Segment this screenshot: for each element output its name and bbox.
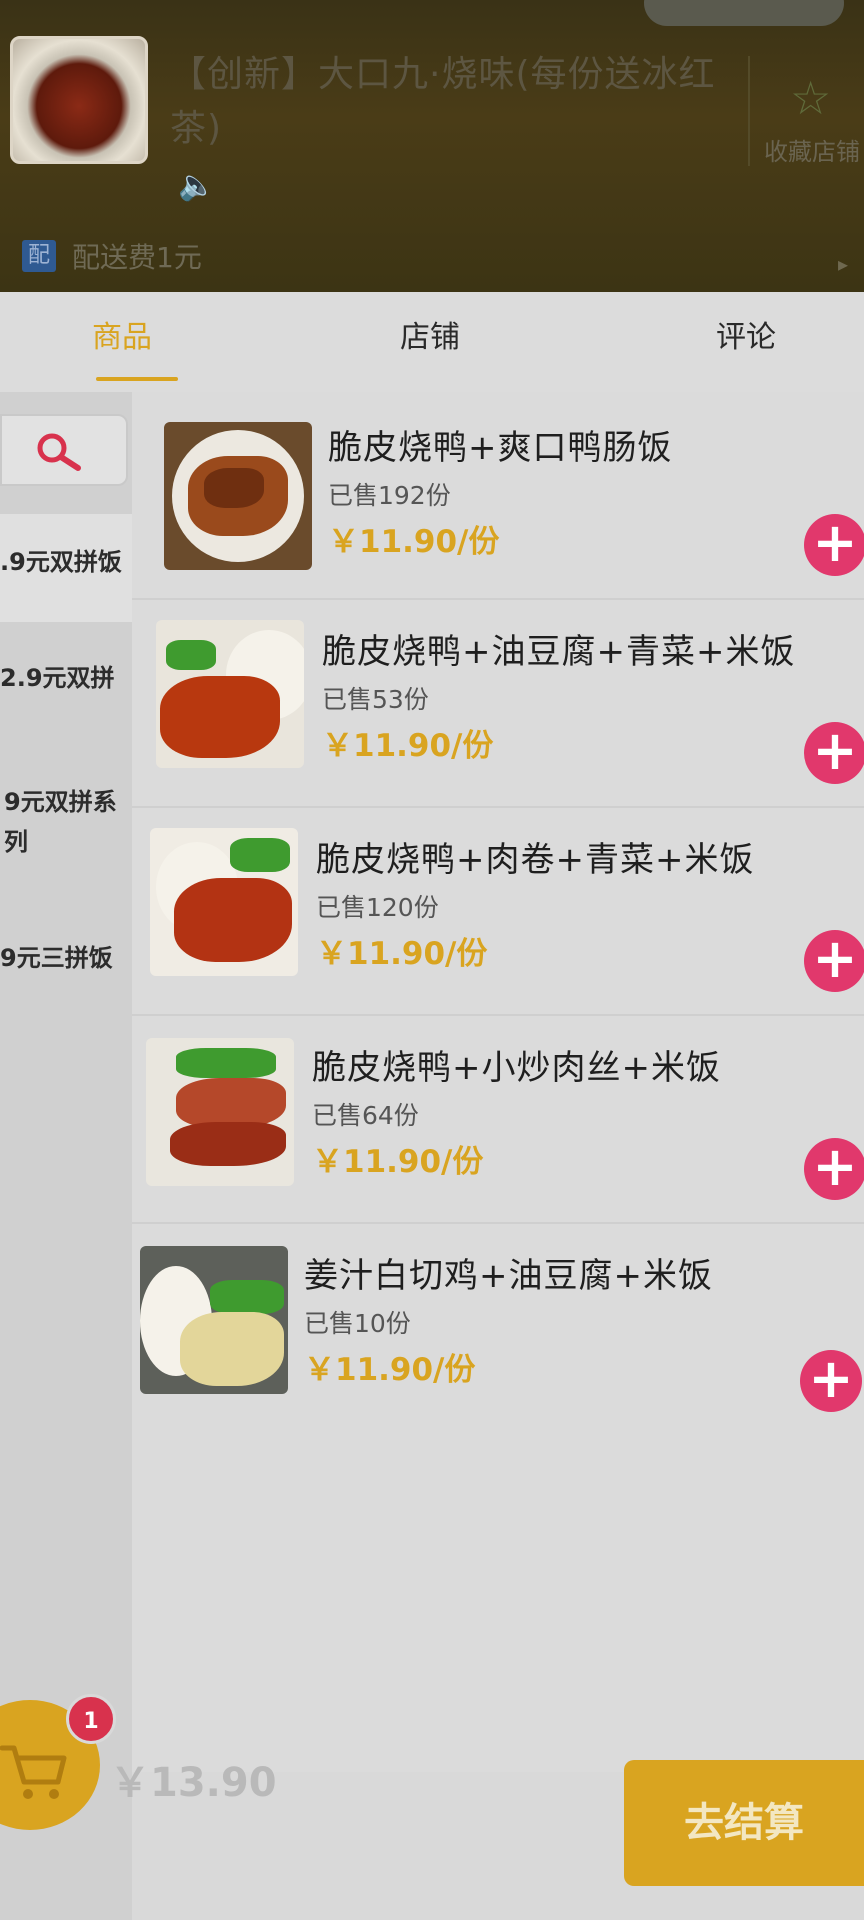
product-image [150,828,298,976]
product-name: 脆皮烧鸭+肉卷+青菜+米饭 [316,840,755,880]
cart-bar: 1 ￥13.90 去结算 [0,1694,864,1920]
product-name: 脆皮烧鸭+油豆腐+青菜+米饭 [322,632,796,672]
product-name: 脆皮烧鸭+爽口鸭肠饭 [328,428,673,468]
search-icon [37,433,81,471]
search-button[interactable] [0,414,128,486]
product-list: 脆皮烧鸭+爽口鸭肠饭 已售192份 ￥11.90/份 + 脆皮烧鸭+油豆腐+青菜… [132,392,864,1772]
product-row[interactable]: 姜汁白切鸡+油豆腐+米饭 已售10份 ￥11.90/份 + [132,1224,864,1432]
chevron-right-icon[interactable]: ▸ [838,252,848,276]
add-to-cart-button[interactable]: + [804,930,864,992]
product-sold-count: 已售64份 [312,1101,419,1130]
product-price: ￥11.90/份 [304,1352,476,1388]
star-icon[interactable]: ☆ [790,74,838,122]
product-price: ￥11.90/份 [322,728,494,764]
divider [748,56,750,166]
category-item[interactable]: 9元三拼饭 [0,938,132,998]
product-row[interactable]: 脆皮烧鸭+肉卷+青菜+米饭 已售120份 ￥11.90/份 + [132,808,864,1016]
product-image [140,1246,288,1394]
product-image [164,422,312,570]
product-name: 姜汁白切鸡+油豆腐+米饭 [304,1256,713,1296]
store-logo-image [10,36,148,164]
category-item[interactable]: .9元双拼饭 [0,514,132,622]
delivery-badge: 配 [22,240,56,272]
category-item[interactable]: 2.9元双拼 [0,630,132,730]
store-header: 【创新】大口九·烧味(每份送冰红茶) 🔈 配 配送费1元 ☆ 收藏店铺 ▸ [0,0,864,292]
product-price: ￥11.90/份 [316,936,488,972]
add-to-cart-button[interactable]: + [804,514,864,576]
speaker-icon[interactable]: 🔈 [178,168,218,204]
product-sold-count: 已售120份 [316,893,439,922]
category-item[interactable]: 9元双拼系列 [0,782,132,882]
product-sold-count: 已售10份 [304,1309,411,1338]
product-sold-count: 已售53份 [322,685,429,714]
delivery-fee: 配送费1元 [72,241,202,274]
tab-bar: 商品 店铺 评论 [0,292,864,392]
active-tab-indicator [96,377,178,381]
add-to-cart-button[interactable]: + [804,722,864,784]
product-sold-count: 已售192份 [328,481,451,510]
product-row[interactable]: 脆皮烧鸭+爽口鸭肠饭 已售192份 ￥11.90/份 + [132,392,864,600]
add-to-cart-button[interactable]: + [804,1138,864,1200]
product-image [156,620,304,768]
product-row[interactable]: 脆皮烧鸭+小炒肉丝+米饭 已售64份 ￥11.90/份 + [132,1016,864,1224]
product-image [146,1038,294,1186]
product-price: ￥11.90/份 [312,1144,484,1180]
product-row[interactable]: 脆皮烧鸭+油豆腐+青菜+米饭 已售53份 ￥11.90/份 + [132,600,864,808]
favorite-store-button[interactable]: 收藏店铺 [764,132,864,167]
category-sidebar: .9元双拼饭 2.9元双拼 9元双拼系列 9元三拼饭 [0,392,132,1920]
tab-products[interactable]: 商品 [92,312,152,356]
cart-total: ￥13.90 [110,1760,277,1806]
checkout-button[interactable]: 去结算 [624,1760,864,1886]
cart-count-badge: 1 [66,1694,116,1744]
add-to-cart-button[interactable]: + [800,1350,862,1412]
tab-reviews[interactable]: 评论 [716,312,776,356]
tab-store[interactable]: 店铺 [400,312,460,356]
shopping-cart-icon[interactable] [0,1736,70,1806]
status-pill [644,0,844,26]
product-name: 脆皮烧鸭+小炒肉丝+米饭 [312,1048,721,1088]
product-price: ￥11.90/份 [328,524,500,560]
store-name: 【创新】大口九·烧味(每份送冰红茶) [170,54,716,149]
